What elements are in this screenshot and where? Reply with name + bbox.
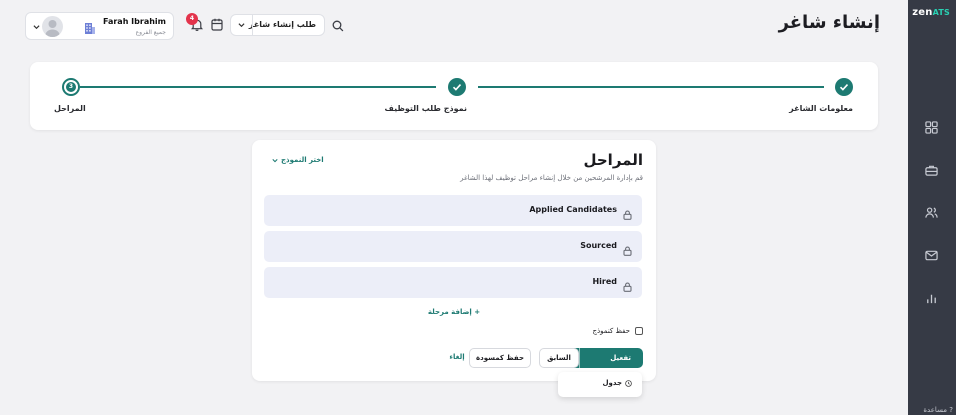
step-3-number: 3: [66, 82, 76, 92]
activate-dropdown: جدول: [558, 372, 642, 397]
step-1-label: معلومات الشاغر: [789, 104, 853, 113]
save-as-template-label: حفظ كنموذج: [592, 327, 630, 335]
stages-title: المراحل: [583, 151, 643, 169]
stages-subtitle: قم بإدارة المرشحين من خلال إنشاء مراحل ت…: [460, 174, 643, 182]
save-draft-button[interactable]: حفظ كمسودة: [469, 348, 531, 368]
chart-icon[interactable]: [925, 292, 938, 305]
save-as-template-checkbox[interactable]: [635, 327, 643, 335]
stage-label: Applied Candidates: [529, 205, 617, 214]
search-icon[interactable]: [332, 17, 344, 32]
request-select-value: طلب إنشاء شاغر: [248, 20, 316, 29]
stages-card: المراحل قم بإدارة المرشحين من خلال إنشاء…: [252, 140, 656, 381]
notification-badge: 4: [186, 13, 198, 25]
step-connector: [478, 86, 824, 88]
building-icon: [83, 20, 96, 34]
schedule-label: جدول: [602, 379, 622, 387]
request-select[interactable]: طلب إنشاء شاغر: [230, 14, 325, 36]
logo-main: zen: [912, 7, 933, 18]
split-divider: [579, 348, 580, 368]
chevron-down-icon: [238, 23, 245, 28]
user-menu[interactable]: Farah Ibrahim جميع الفروع: [25, 12, 174, 40]
stepper: معلومات الشاغر نموذج طلب التوظيف 3 المرا…: [30, 62, 878, 130]
chevron-down-icon: [272, 158, 278, 162]
calendar-icon[interactable]: [211, 16, 223, 31]
stage-row[interactable]: Sourced: [264, 231, 642, 262]
avatar: [42, 16, 63, 37]
step-1-done[interactable]: [835, 78, 853, 96]
save-as-template[interactable]: حفظ كنموذج: [593, 327, 643, 335]
stage-label: Hired: [592, 277, 617, 286]
user-name: Farah Ibrahim: [102, 17, 166, 26]
step-connector: [80, 86, 436, 88]
lock-icon: [623, 205, 632, 220]
cancel-button[interactable]: إلغاء: [445, 348, 469, 368]
step-2-label: نموذج طلب التوظيف: [384, 104, 467, 113]
briefcase-icon[interactable]: [925, 164, 938, 177]
sidebar: zenATS مساعدة ?: [908, 0, 956, 415]
chevron-down-icon: [33, 25, 40, 30]
step-3-label: المراحل: [54, 104, 86, 113]
page-title: إنشاء شاغر: [778, 12, 880, 33]
step-3-active[interactable]: 3: [62, 78, 80, 96]
stage-label: Sourced: [580, 241, 617, 250]
check-icon: [452, 84, 462, 91]
lock-icon: [623, 277, 632, 292]
user-branch: جميع الفروع: [135, 29, 166, 36]
logo-accent: ATS: [932, 8, 950, 17]
logo[interactable]: zenATS: [912, 7, 950, 18]
step-2-done[interactable]: [448, 78, 466, 96]
clock-icon: [625, 379, 632, 387]
lock-icon: [623, 241, 632, 256]
template-picker-label: اختر النموذج: [281, 156, 324, 164]
previous-button[interactable]: السابق: [539, 348, 579, 368]
activate-label: تفعيل: [610, 354, 631, 362]
add-stage-button[interactable]: + إضافة مرحلة: [252, 308, 656, 316]
template-picker[interactable]: اختر النموذج: [272, 156, 324, 164]
help-label: مساعدة: [923, 406, 948, 414]
users-icon[interactable]: [925, 206, 938, 219]
check-icon: [839, 84, 849, 91]
mail-icon[interactable]: [925, 249, 938, 262]
request-select-toggle[interactable]: [231, 15, 253, 35]
stage-row[interactable]: Hired: [264, 267, 642, 298]
stage-row[interactable]: Applied Candidates: [264, 195, 642, 226]
dashboard-icon[interactable]: [925, 121, 938, 134]
help-link[interactable]: مساعدة ?: [923, 406, 953, 414]
schedule-option[interactable]: جدول: [602, 379, 632, 387]
